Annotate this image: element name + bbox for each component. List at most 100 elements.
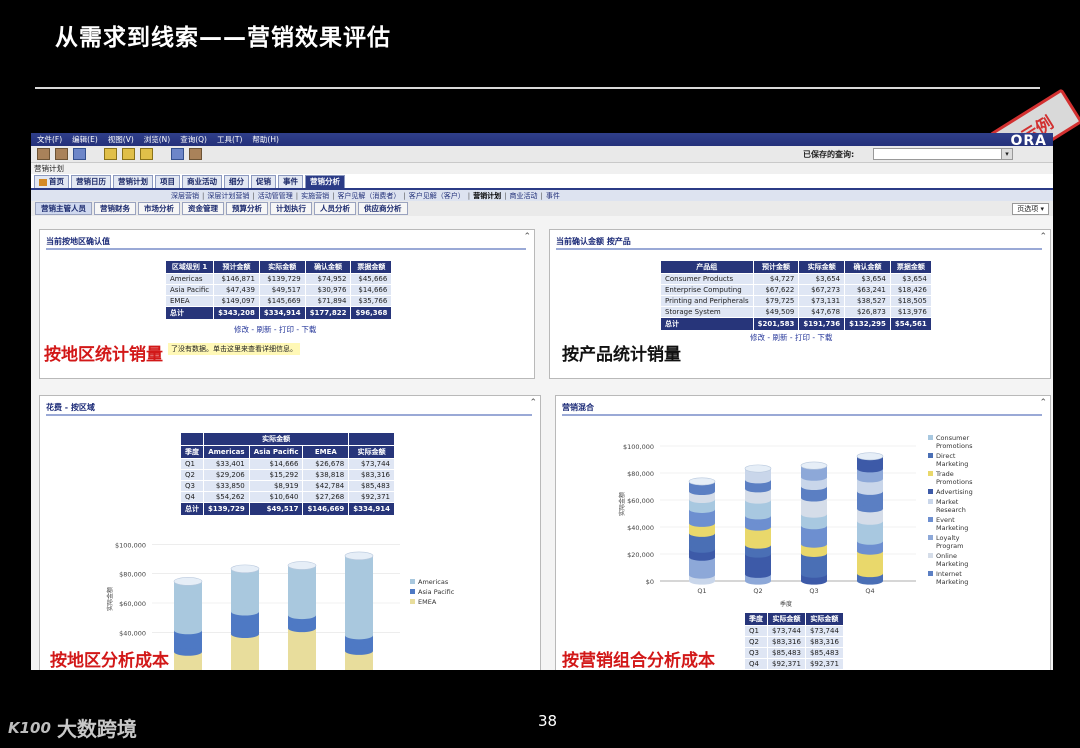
menu-item[interactable]: 文件(F) bbox=[37, 134, 62, 145]
bar-segment-base bbox=[857, 547, 883, 555]
collapse-icon[interactable]: ⌃ bbox=[1039, 232, 1047, 242]
subnav-link[interactable]: 营销计划 bbox=[473, 191, 501, 201]
report-links[interactable]: 修改 - 刷新 - 打印 - 下载 bbox=[234, 324, 316, 335]
refresh-icon[interactable] bbox=[73, 148, 86, 160]
table-row: Q2 $29,206 $15,292 $38,818 $83,316 bbox=[180, 469, 395, 481]
menu-item[interactable]: 视图(V) bbox=[108, 134, 134, 145]
column-header[interactable]: Americas bbox=[203, 445, 250, 459]
column-header[interactable]: 区域级别 1 bbox=[164, 260, 215, 274]
copy-icon[interactable] bbox=[55, 148, 68, 160]
legend-item: Trade Promotions bbox=[928, 470, 988, 486]
tab-7[interactable]: 事件 bbox=[278, 175, 303, 188]
legend-item: Loyalty Program bbox=[928, 534, 988, 550]
column-header[interactable]: 确认金额 bbox=[304, 260, 352, 274]
column-header[interactable]: 确认金额 bbox=[844, 260, 891, 274]
table-row: Americas $146,871 $139,729 $74,952 $45,666 bbox=[164, 273, 393, 285]
collapse-icon[interactable]: ⌃ bbox=[1039, 398, 1047, 408]
subnav-link[interactable]: 深层营销 bbox=[171, 191, 199, 201]
subnav-link[interactable]: 商业活动 bbox=[510, 191, 538, 201]
subtab[interactable]: 营销财务 bbox=[94, 202, 136, 215]
caption-mix-cost: 按营销组合分析成本 bbox=[562, 651, 715, 670]
subtab[interactable]: 供应商分析 bbox=[358, 202, 408, 215]
column-header[interactable]: 产品组 bbox=[660, 260, 754, 274]
table-row: Q4 $54,262 $10,640 $27,268 $92,371 bbox=[180, 491, 395, 503]
table-row: EMEA $149,097 $145,669 $71,894 $35,766 bbox=[164, 295, 393, 307]
tab-2[interactable]: 营销计划 bbox=[113, 175, 153, 188]
column-header[interactable]: 实际金额 bbox=[258, 260, 306, 274]
report-icon[interactable] bbox=[140, 148, 153, 160]
edit-icon[interactable] bbox=[104, 148, 117, 160]
subnav-link[interactable]: 深层计划营销 bbox=[207, 191, 249, 201]
column-header[interactable]: 季度 bbox=[180, 445, 204, 459]
x-tick-label: Q1 bbox=[697, 587, 706, 595]
column-header[interactable]: 季度 bbox=[744, 612, 768, 626]
bar-segment-base bbox=[801, 540, 827, 548]
tab-8[interactable]: 营销分析 bbox=[305, 175, 345, 188]
total-cell: 总计 bbox=[180, 502, 204, 516]
bar-segment bbox=[345, 555, 373, 636]
subtab[interactable]: 市场分析 bbox=[138, 202, 180, 215]
menu-item[interactable]: 编辑(E) bbox=[72, 134, 98, 145]
total-row: 总计 $343,208 $334,914 $177,822 $96,368 bbox=[164, 306, 393, 320]
menu-item[interactable]: 帮助(H) bbox=[252, 134, 279, 145]
subtab[interactable]: 计划执行 bbox=[270, 202, 312, 215]
column-header[interactable]: 实际金额 bbox=[798, 260, 846, 274]
subnav-link[interactable]: 活动管管理 bbox=[258, 191, 293, 201]
chevron-down-icon[interactable]: ▾ bbox=[1001, 148, 1013, 160]
subtab[interactable]: 资金管理 bbox=[182, 202, 224, 215]
column-header[interactable]: 预计金额 bbox=[752, 260, 800, 274]
tab-6[interactable]: 促销 bbox=[251, 175, 276, 188]
subnav-link[interactable]: 客户见解（客户） bbox=[409, 191, 465, 201]
bar-top bbox=[856, 452, 884, 461]
new-icon[interactable] bbox=[37, 148, 50, 160]
chart-icon[interactable] bbox=[189, 148, 202, 160]
table-cell: Q2 bbox=[744, 636, 768, 648]
bar-segment-base bbox=[174, 626, 202, 635]
separator: | bbox=[467, 191, 471, 200]
column-header[interactable]: 实际金额 bbox=[348, 445, 395, 459]
menu-item[interactable]: 浏览(N) bbox=[144, 134, 170, 145]
subtab[interactable]: 营销主管人员 bbox=[35, 202, 92, 215]
logo-text: 大数跨境 bbox=[56, 717, 137, 741]
bar-segment-base bbox=[689, 553, 715, 561]
column-header[interactable]: 预计金额 bbox=[213, 260, 260, 274]
total-cell: $334,914 bbox=[348, 502, 395, 516]
table-cell: $83,316 bbox=[348, 469, 395, 481]
table-cell: $26,873 bbox=[844, 306, 891, 318]
column-header[interactable]: 票据金额 bbox=[350, 260, 393, 274]
collapse-icon[interactable]: ⌃ bbox=[523, 232, 531, 242]
print-icon[interactable] bbox=[171, 148, 184, 160]
column-header[interactable]: 实际金额 bbox=[767, 612, 806, 626]
column-header[interactable]: 票据金额 bbox=[889, 260, 932, 274]
menu-item[interactable]: 查询(Q) bbox=[180, 134, 207, 145]
subnav-link[interactable]: 实施营销 bbox=[301, 191, 329, 201]
subtab[interactable]: 预算分析 bbox=[226, 202, 268, 215]
bar-Q1 bbox=[173, 577, 203, 670]
page-options-dropdown[interactable]: 页选项 ▾ bbox=[1012, 203, 1049, 215]
bar-Q1 bbox=[688, 477, 716, 585]
saved-query-select[interactable] bbox=[873, 148, 1003, 160]
menu-item[interactable]: 工具(T) bbox=[217, 134, 242, 145]
tab-1[interactable]: 营销日历 bbox=[71, 175, 111, 188]
folder-icon[interactable] bbox=[122, 148, 135, 160]
table-row: Consumer Products $4,727 $3,654 $3,654 $3,65… bbox=[660, 273, 932, 285]
legend-swatch bbox=[928, 535, 933, 540]
tab-0[interactable]: 首页 bbox=[34, 175, 69, 188]
subnav-link[interactable]: 客户见解（消费者） bbox=[337, 191, 400, 201]
marketing-mix-table: 季度 实际金额 实际金额 Q1 $73,744 $73,744 Q2 $83,316 $83,3… bbox=[744, 612, 844, 670]
table-cell: $74,952 bbox=[304, 273, 352, 285]
column-header[interactable]: 实际金额 bbox=[804, 612, 844, 626]
tab-3[interactable]: 项目 bbox=[155, 175, 180, 188]
collapse-icon[interactable]: ⌃ bbox=[529, 398, 537, 408]
x-tick-label: Q4 bbox=[865, 587, 874, 595]
tab-4[interactable]: 商业活动 bbox=[182, 175, 222, 188]
subtab[interactable]: 人员分析 bbox=[314, 202, 356, 215]
report-links[interactable]: 修改 - 刷新 - 打印 - 下载 bbox=[750, 332, 832, 343]
column-header[interactable]: EMEA bbox=[302, 445, 350, 459]
subnav-link[interactable]: 事件 bbox=[546, 191, 560, 201]
panel-marketing-mix: 营销混合 ⌃ $100,000 $80,000 $60,000 $40,000 $20,… bbox=[555, 395, 1051, 670]
column-header[interactable]: Asia Pacific bbox=[248, 445, 304, 459]
table-cell: $73,744 bbox=[767, 625, 806, 637]
tab-5[interactable]: 细分 bbox=[224, 175, 249, 188]
bar-segment-base bbox=[745, 496, 771, 504]
